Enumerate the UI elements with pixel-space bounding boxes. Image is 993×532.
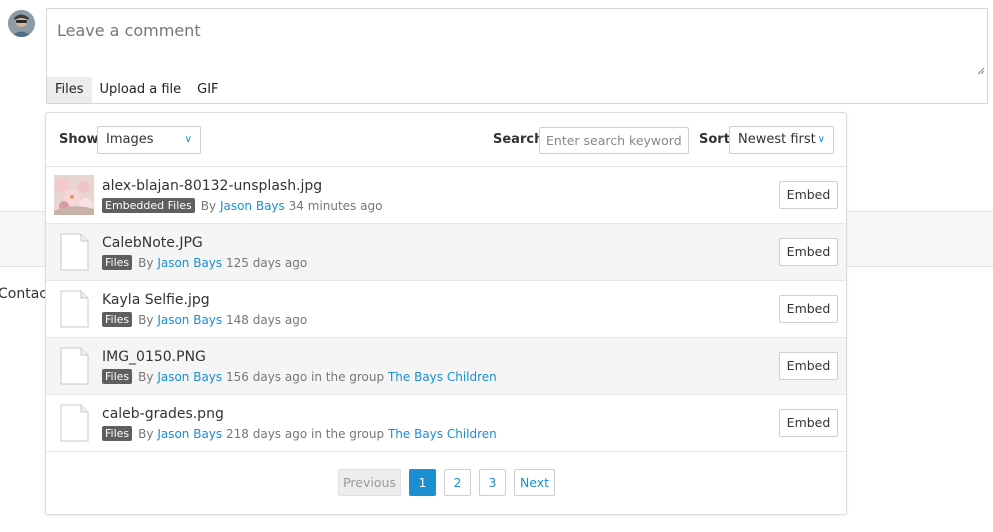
file-meta: Embedded Files By Jason Bays 34 minutes a…: [102, 198, 382, 213]
file-meta: Files By Jason Bays 218 days ago in the g…: [102, 426, 497, 441]
file-name[interactable]: alex-blajan-80132-unsplash.jpg: [102, 178, 322, 194]
group-prefix: in the group: [311, 427, 385, 441]
file-icon[interactable]: [54, 403, 94, 443]
embed-button[interactable]: Embed: [779, 352, 838, 380]
file-icon[interactable]: [54, 346, 94, 386]
next-page-button[interactable]: Next: [514, 469, 555, 496]
file-meta: Files By Jason Bays 125 days ago: [102, 255, 307, 270]
category-badge: Embedded Files: [102, 198, 195, 213]
embed-button[interactable]: Embed: [779, 238, 838, 266]
author-link[interactable]: Jason Bays: [157, 256, 222, 270]
group-prefix: in the group: [311, 370, 385, 384]
author-link[interactable]: Jason Bays: [157, 313, 222, 327]
author-link[interactable]: Jason Bays: [157, 370, 222, 384]
group-link[interactable]: The Bays Children: [388, 427, 497, 441]
file-icon[interactable]: [54, 232, 94, 272]
file-meta: Files By Jason Bays 156 days ago in the g…: [102, 369, 497, 384]
chevron-down-icon: ∨: [817, 134, 825, 145]
chevron-down-icon: ∨: [184, 134, 192, 145]
by-text: By: [200, 199, 217, 213]
file-name[interactable]: IMG_0150.PNG: [102, 349, 206, 365]
resize-handle-icon[interactable]: [977, 67, 985, 75]
tab-files[interactable]: Files: [47, 77, 92, 103]
user-avatar: [8, 10, 35, 37]
file-age: 156 days ago: [226, 370, 308, 384]
file-age: 218 days ago: [226, 427, 308, 441]
tab-upload-a-file[interactable]: Upload a file: [92, 77, 190, 103]
sort-select[interactable]: Newest first ∨: [729, 126, 834, 154]
previous-page-button[interactable]: Previous: [338, 469, 401, 496]
by-text: By: [138, 370, 154, 384]
file-browser-panel: Show Images ∨ Search Sort Newest first ∨: [45, 112, 847, 515]
embed-button[interactable]: Embed: [779, 181, 838, 209]
file-browser-filters: Show Images ∨ Search Sort Newest first ∨: [46, 113, 846, 167]
file-meta: Files By Jason Bays 148 days ago: [102, 312, 307, 327]
category-badge: Files: [102, 312, 133, 327]
search-label: Search: [493, 132, 544, 147]
file-row: CalebNote.JPG Files By Jason Bays 125 day…: [46, 224, 846, 281]
page-1-button[interactable]: 1: [409, 469, 436, 496]
embed-button[interactable]: Embed: [779, 409, 838, 437]
embed-button[interactable]: Embed: [779, 295, 838, 323]
comment-box: [46, 8, 988, 78]
photo-thumbnail[interactable]: [54, 175, 94, 215]
file-row: IMG_0150.PNG Files By Jason Bays 156 days…: [46, 338, 846, 395]
show-label: Show: [59, 132, 99, 147]
author-link[interactable]: Jason Bays: [157, 427, 222, 441]
file-name[interactable]: CalebNote.JPG: [102, 235, 203, 251]
pagination: Previous 1 2 3 Next: [46, 469, 846, 497]
file-name[interactable]: caleb-grades.png: [102, 406, 224, 422]
category-badge: Files: [102, 426, 133, 441]
search-input[interactable]: [539, 127, 689, 154]
category-badge: Files: [102, 255, 133, 270]
tab-gif[interactable]: GIF: [189, 77, 226, 103]
sort-label: Sort: [699, 132, 730, 147]
group-link[interactable]: The Bays Children: [388, 370, 497, 384]
show-select-value: Images: [106, 132, 154, 147]
file-age: 34 minutes ago: [288, 199, 383, 213]
by-text: By: [138, 256, 154, 270]
page-2-button[interactable]: 2: [444, 469, 471, 496]
file-name[interactable]: Kayla Selfie.jpg: [102, 292, 210, 308]
comment-input[interactable]: [47, 9, 987, 77]
by-text: By: [138, 427, 154, 441]
file-icon[interactable]: [54, 289, 94, 329]
file-row: caleb-grades.png Files By Jason Bays 218 …: [46, 395, 846, 452]
page: Contact Files Upload a file GIF Show Ima…: [0, 0, 993, 532]
sort-select-value: Newest first: [738, 132, 816, 147]
show-select[interactable]: Images ∨: [97, 126, 201, 154]
file-age: 125 days ago: [226, 256, 308, 270]
file-row: Kayla Selfie.jpg Files By Jason Bays 148 …: [46, 281, 846, 338]
composer-tabs: Files Upload a file GIF: [46, 77, 988, 104]
file-row: alex-blajan-80132-unsplash.jpg Embedded …: [46, 167, 846, 224]
by-text: By: [138, 313, 154, 327]
author-link[interactable]: Jason Bays: [220, 199, 285, 213]
page-3-button[interactable]: 3: [479, 469, 506, 496]
category-badge: Files: [102, 369, 133, 384]
file-age: 148 days ago: [226, 313, 308, 327]
